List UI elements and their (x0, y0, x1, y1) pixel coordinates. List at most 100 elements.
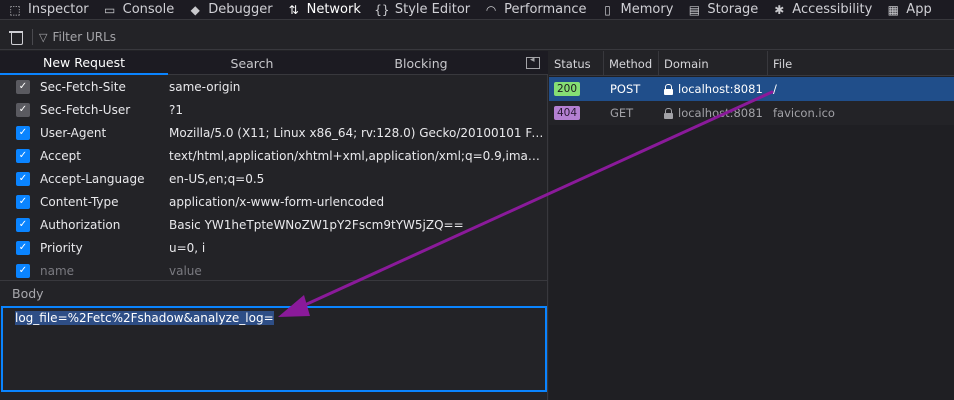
header-enabled-checkbox[interactable]: ✓ (16, 171, 30, 186)
domain-text: localhost:8081 (678, 82, 763, 96)
tab-new-request[interactable]: New Request (0, 51, 168, 75)
header-value[interactable]: Basic YW1heTpteWNoZW1pY2Fscm9tYW5jZQ== (169, 218, 548, 232)
tab-label: Console (122, 2, 175, 17)
tab-network[interactable]: ⇅ Network (279, 0, 367, 20)
header-value[interactable]: same-origin (169, 80, 548, 94)
domain-cell: localhost:8081 (659, 77, 768, 101)
method-cell: GET (610, 106, 634, 120)
new-request-panel: New Request Search Blocking ✓ Sec-Fetch-… (0, 51, 548, 400)
sidepanel-tabs: New Request Search Blocking (0, 51, 548, 75)
header-name[interactable]: Sec-Fetch-Site (40, 80, 169, 94)
console-icon: ▭ (103, 2, 116, 17)
request-body-text: log_file=%2Fetc%2Fshadow&analyze_log= (15, 311, 274, 325)
tab-performance[interactable]: ◠ Performance (476, 0, 592, 20)
header-value[interactable]: application/x-www-form-urlencoded (169, 195, 548, 209)
status-badge: 200 (554, 82, 581, 96)
tab-accessibility[interactable]: ✱ Accessibility (764, 0, 878, 20)
domain-cell: localhost:8081 (659, 101, 768, 125)
header-row: ✓ Accept-Language en-US,en;q=0.5 (0, 167, 548, 190)
lock-icon (664, 83, 673, 95)
header-name[interactable]: Sec-Fetch-User (40, 103, 169, 117)
request-headers-list: ✓ Sec-Fetch-Site same-origin ✓ Sec-Fetch… (0, 75, 548, 282)
header-name[interactable]: Priority (40, 241, 169, 255)
header-enabled-checkbox[interactable]: ✓ (16, 240, 30, 255)
request-body-textarea[interactable]: log_file=%2Fetc%2Fshadow&analyze_log= (1, 306, 547, 392)
header-value[interactable]: u=0, i (169, 241, 548, 255)
header-enabled-checkbox[interactable]: ✓ (16, 217, 30, 232)
clear-requests-trash-icon[interactable] (9, 30, 23, 45)
domain-text: localhost:8081 (678, 106, 763, 120)
column-method[interactable]: Method (604, 51, 659, 76)
header-value[interactable]: Mozilla/5.0 (X11; Linux x86_64; rv:128.0… (169, 126, 548, 140)
memory-icon: ▯ (604, 2, 611, 17)
body-section-header: Body (0, 280, 548, 305)
tab-application[interactable]: ▦ App (878, 0, 937, 20)
column-status[interactable]: Status (549, 51, 604, 76)
header-row: ✓ Authorization Basic YW1heTpteWNoZW1pY2… (0, 213, 548, 236)
header-enabled-checkbox[interactable]: ✓ (16, 148, 30, 163)
tab-storage[interactable]: ▤ Storage (679, 0, 764, 20)
header-row: ✓ Content-Type application/x-www-form-ur… (0, 190, 548, 213)
header-value[interactable]: ?1 (169, 103, 548, 117)
request-list-header: Status Method Domain File (549, 51, 954, 76)
filter-icon: ▽ (39, 30, 48, 44)
collapse-panel-icon[interactable] (526, 55, 540, 69)
header-row: ✓ Sec-Fetch-Site same-origin (0, 75, 548, 98)
request-row-selected[interactable]: 200 POST localhost:8081 / (549, 77, 954, 101)
lock-icon (664, 107, 673, 119)
method-cell: POST (610, 82, 641, 96)
header-name[interactable]: Authorization (40, 218, 169, 232)
status-cell: 404 (549, 101, 604, 125)
network-icon: ⇅ (288, 2, 299, 17)
debugger-icon: ◆ (190, 2, 200, 17)
tab-label: Style Editor (394, 2, 471, 17)
tab-label: App (906, 2, 932, 17)
style-editor-icon: {} (374, 2, 390, 17)
header-value[interactable]: en-US,en;q=0.5 (169, 172, 548, 186)
tab-label: Accessibility (792, 2, 873, 17)
devtools-toolbar: ⬚ Inspector ▭ Console ◆ Debugger ⇅ Netwo… (0, 0, 954, 20)
header-enabled-checkbox[interactable]: ✓ (16, 194, 30, 209)
header-row: ✓ User-Agent Mozilla/5.0 (X11; Linux x86… (0, 121, 548, 144)
file-cell: / (773, 82, 777, 96)
tab-label: Debugger (208, 2, 273, 17)
network-filter-bar: ▽ (0, 25, 954, 50)
tab-label: Performance (504, 2, 587, 17)
header-name[interactable]: Accept (40, 149, 169, 163)
tab-style-editor[interactable]: {} Style Editor (367, 0, 476, 20)
column-file[interactable]: File (768, 51, 954, 76)
header-row: ✓ Sec-Fetch-User ?1 (0, 98, 548, 121)
header-name[interactable]: Content-Type (40, 195, 169, 209)
new-header-value-input[interactable]: value (169, 264, 548, 278)
file-cell: favicon.ico (773, 106, 835, 120)
request-row[interactable]: 404 GET localhost:8081 favicon.ico (549, 101, 954, 125)
tab-console[interactable]: ▭ Console (95, 0, 181, 20)
performance-icon: ◠ (485, 2, 497, 17)
header-enabled-checkbox[interactable]: ✓ (16, 125, 30, 140)
new-header-name-input[interactable]: name (40, 264, 169, 278)
tab-debugger[interactable]: ◆ Debugger (180, 0, 278, 20)
divider (32, 29, 33, 45)
tab-blocking[interactable]: Blocking (336, 51, 506, 75)
request-list: Status Method Domain File 200 POST local… (549, 51, 954, 400)
header-name[interactable]: User-Agent (40, 126, 169, 140)
column-domain[interactable]: Domain (659, 51, 768, 76)
tab-label: Storage (707, 2, 759, 17)
tab-label: Memory (620, 2, 674, 17)
header-row: ✓ Priority u=0, i (0, 236, 548, 259)
header-value[interactable]: text/html,application/xhtml+xml,applicat… (169, 149, 548, 163)
inspector-icon: ⬚ (9, 2, 21, 17)
storage-icon: ▤ (688, 2, 701, 17)
body-label: Body (12, 285, 44, 301)
header-name[interactable]: Accept-Language (40, 172, 169, 186)
header-enabled-checkbox[interactable]: ✓ (16, 102, 30, 117)
header-enabled-checkbox[interactable]: ✓ (16, 263, 30, 278)
header-enabled-checkbox[interactable]: ✓ (16, 79, 30, 94)
status-badge: 404 (554, 106, 581, 120)
tab-search[interactable]: Search (168, 51, 336, 75)
new-header-row: ✓ name value (0, 259, 548, 282)
tab-memory[interactable]: ▯ Memory (593, 0, 680, 20)
filter-urls-input[interactable] (52, 30, 253, 44)
tab-label: Network (306, 2, 361, 17)
tab-inspector[interactable]: ⬚ Inspector (0, 0, 95, 20)
